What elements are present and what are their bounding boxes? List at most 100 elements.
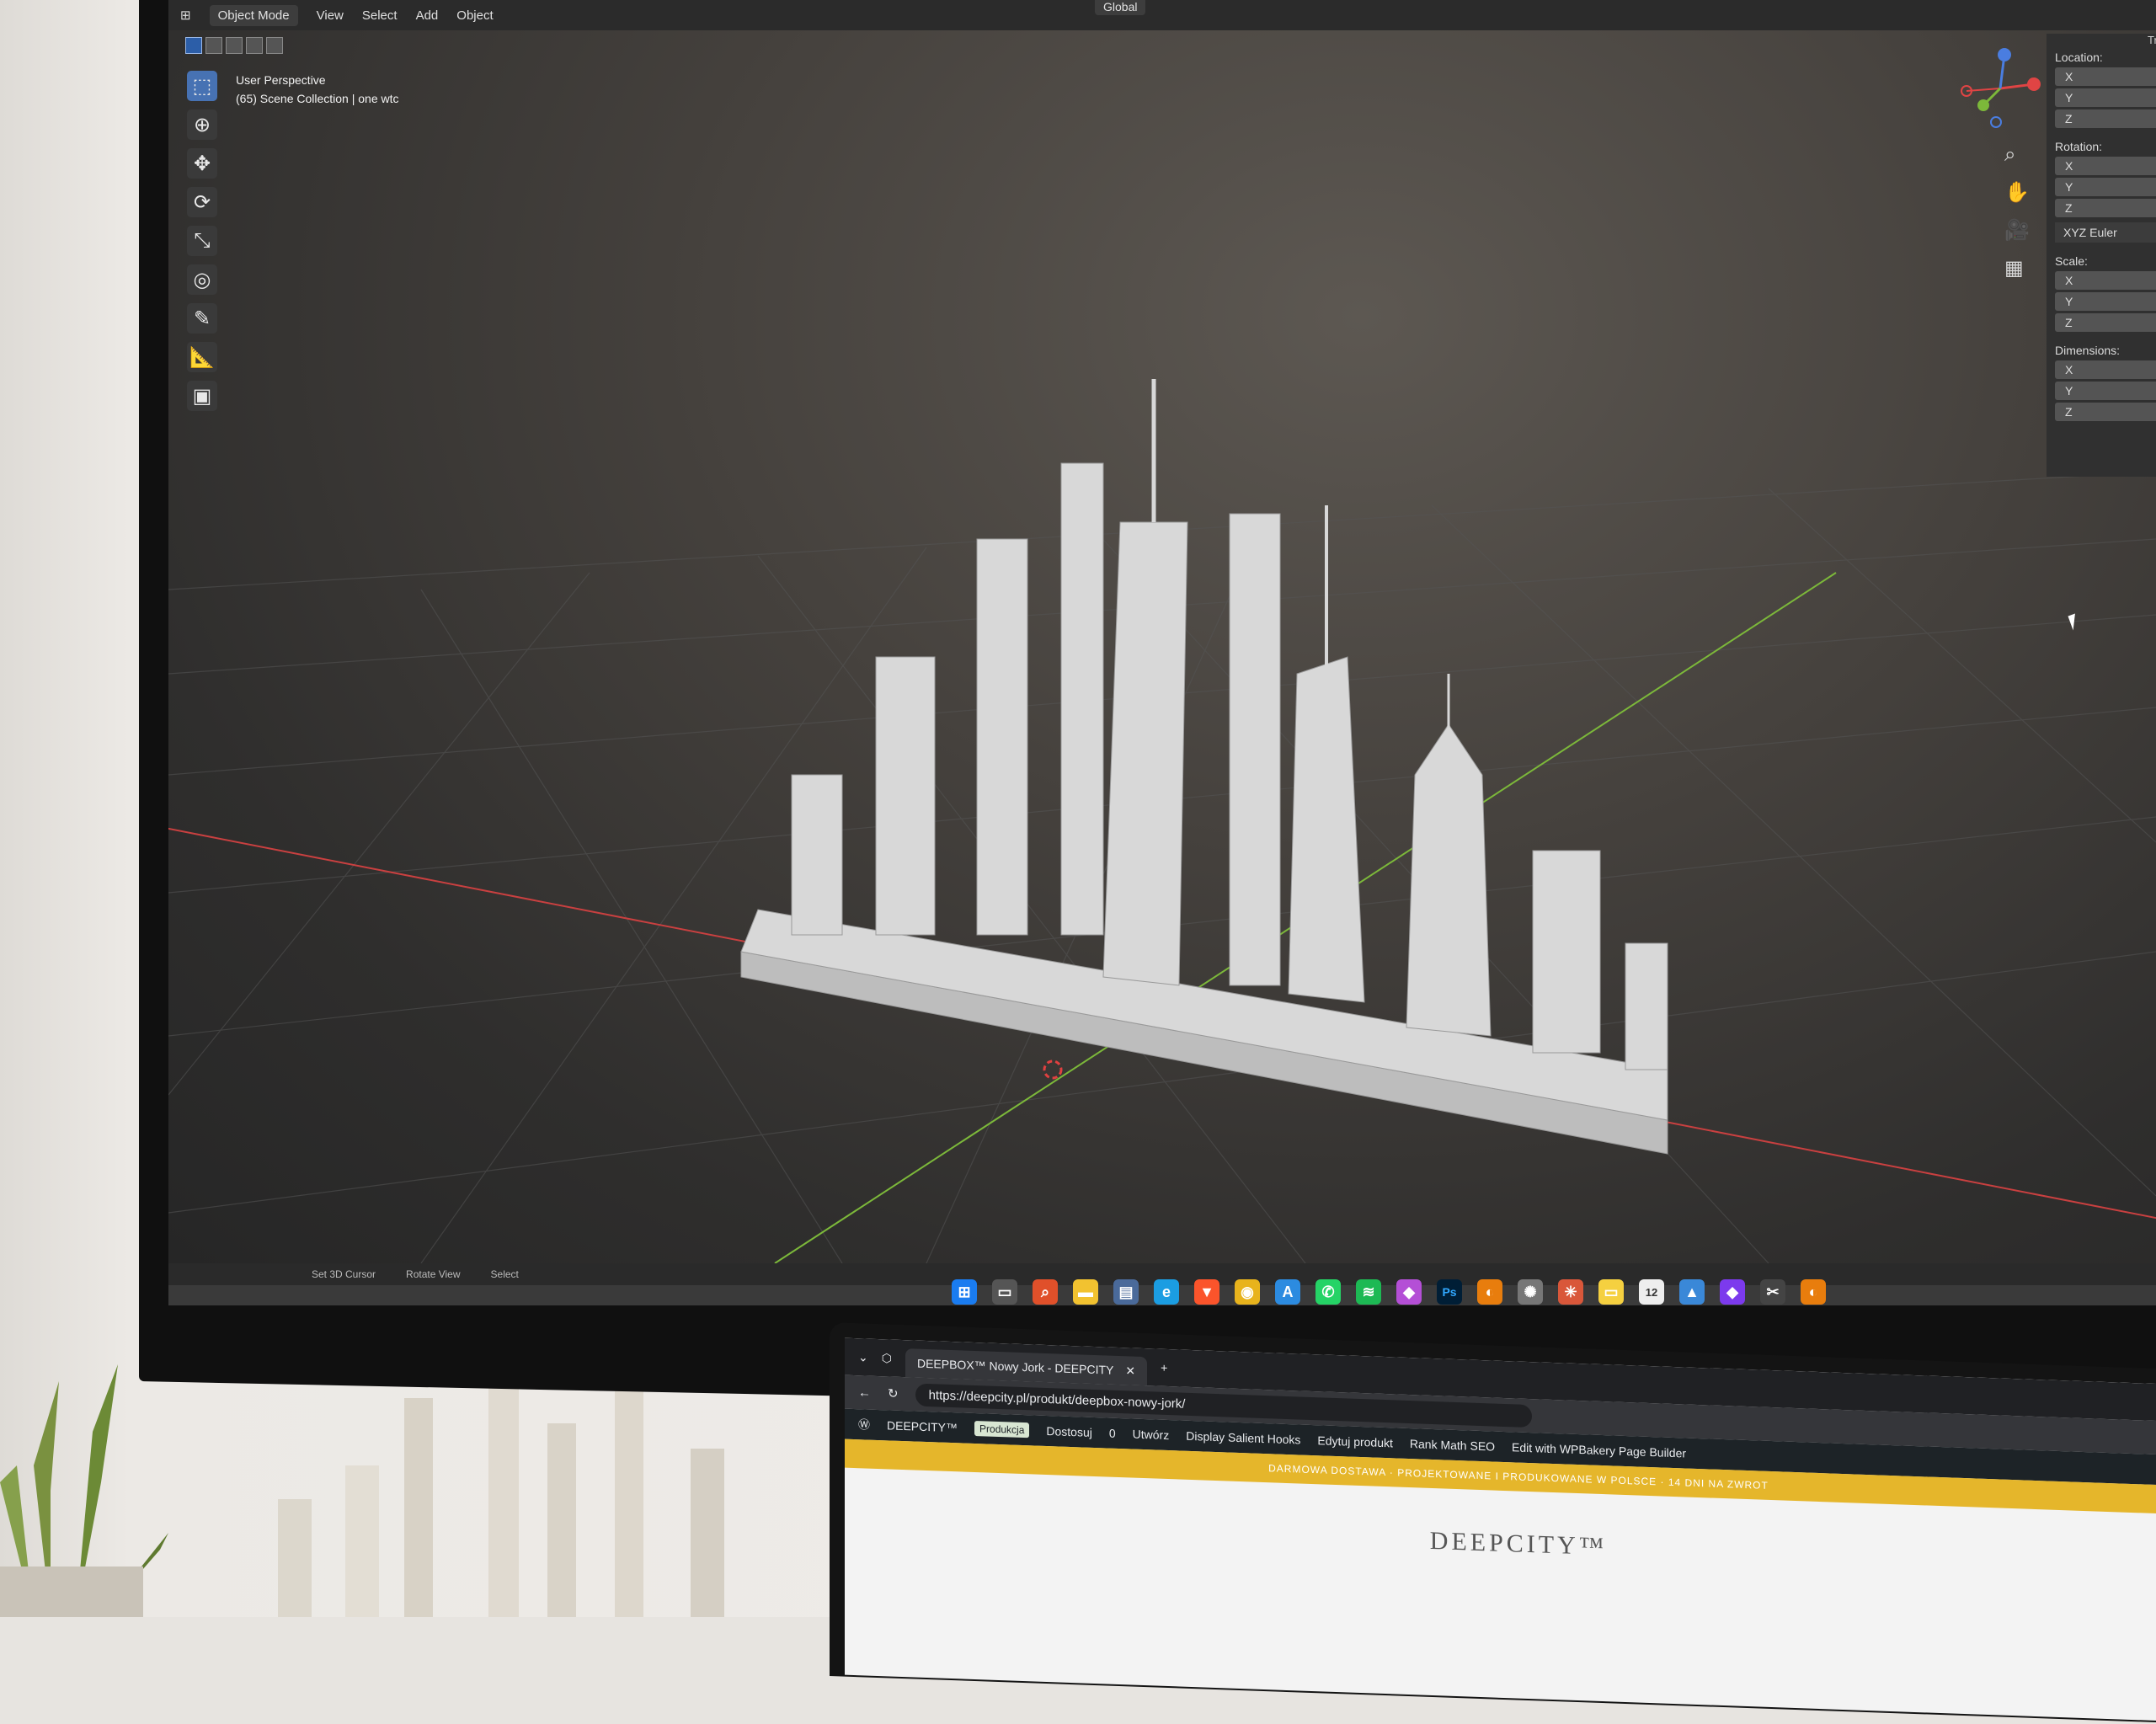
scale-label: Scale: [2055, 254, 2088, 268]
3d-cursor [1043, 1059, 1063, 1080]
wordpress-icon[interactable]: Ⓦ [858, 1416, 870, 1433]
tab-title: DEEPBOX™ Nowy Jork - DEEPCITY [916, 1356, 1114, 1377]
viewport-grid [168, 379, 2156, 1263]
environment-badge: Produkcja [974, 1421, 1030, 1438]
scale-y-field[interactable]: Y [2055, 292, 2156, 311]
notes-icon[interactable]: ▭ [1598, 1279, 1624, 1305]
new-tab-icon[interactable]: + [1161, 1361, 1167, 1374]
grid-icon[interactable]: ▦ [2004, 256, 2030, 280]
rotation-mode-dropdown[interactable]: XYZ Euler [2055, 222, 2156, 243]
camera-icon[interactable]: 🎥 [2004, 218, 2030, 243]
status-hint-select: Select [490, 1268, 519, 1280]
dimensions-z-field[interactable]: Z [2055, 403, 2156, 421]
menu-view[interactable]: View [317, 8, 344, 23]
menu-select[interactable]: Select [362, 8, 398, 23]
select-intersect-icon[interactable] [266, 37, 283, 54]
status-hint-rotate: Rotate View [406, 1268, 461, 1280]
app-icon[interactable]: ◆ [1396, 1279, 1422, 1305]
calendar-icon[interactable]: 12 [1639, 1279, 1664, 1305]
scale-icon[interactable]: ⤡ [187, 226, 217, 256]
reload-icon[interactable]: ↻ [888, 1385, 899, 1401]
rotation-z-field[interactable]: Z [2055, 199, 2156, 217]
wp-site-name[interactable]: DEEPCITY™ [887, 1418, 958, 1434]
whatsapp-icon[interactable]: ✆ [1315, 1279, 1341, 1305]
rotate-icon[interactable]: ⟳ [187, 187, 217, 217]
menu-object[interactable]: Object [456, 8, 493, 23]
status-hint-cursor: Set 3D Cursor [312, 1268, 376, 1280]
dimensions-x-field[interactable]: X [2055, 360, 2156, 379]
location-label: Location: [2055, 51, 2103, 64]
navigation-gizmo[interactable] [1954, 42, 2047, 135]
location-x-field[interactable]: X [2055, 67, 2156, 86]
location-y-field[interactable]: Y [2055, 88, 2156, 107]
selection-mode-buttons[interactable] [185, 37, 283, 54]
orientation-dropdown[interactable]: Global [1095, 0, 1146, 15]
wp-display-hooks[interactable]: Display Salient Hooks [1186, 1429, 1300, 1447]
menu-add[interactable]: Add [416, 8, 439, 23]
spotify-icon[interactable]: ≋ [1356, 1279, 1381, 1305]
edge-icon[interactable]: e [1154, 1279, 1179, 1305]
dimensions-y-field[interactable]: Y [2055, 382, 2156, 400]
rotation-y-field[interactable]: Y [2055, 178, 2156, 196]
snipping-icon[interactable]: ✂ [1760, 1279, 1785, 1305]
annotate-icon[interactable]: ✎ [187, 303, 217, 334]
photos-icon[interactable]: ▲ [1679, 1279, 1705, 1305]
location-z-field[interactable]: Z [2055, 109, 2156, 128]
editor-type-icon[interactable]: ⊞ [180, 8, 191, 23]
app-store-icon[interactable]: A [1275, 1279, 1300, 1305]
wp-rank-math[interactable]: Rank Math SEO [1410, 1437, 1495, 1454]
wp-new[interactable]: Utwórz [1133, 1428, 1170, 1443]
move-icon[interactable]: ✥ [187, 148, 217, 179]
pan-hand-icon[interactable]: ✋ [2004, 180, 2030, 205]
calculator-icon[interactable]: ▤ [1113, 1279, 1139, 1305]
add-cube-icon[interactable]: ▣ [187, 381, 217, 411]
measure-icon[interactable]: 📐 [187, 342, 217, 372]
tool-shelf: ⬚ ⊕ ✥ ⟳ ⤡ ◎ ✎ 📐 ▣ [187, 71, 217, 411]
obsidian-icon[interactable]: ◆ [1720, 1279, 1745, 1305]
photoshop-icon[interactable]: Ps [1437, 1279, 1462, 1305]
view-name: User Perspective [236, 73, 326, 87]
task-view-icon[interactable]: ▭ [992, 1279, 1017, 1305]
blender-active-icon[interactable]: ◐ [1801, 1279, 1826, 1305]
blender-icon[interactable]: ◐ [1477, 1279, 1502, 1305]
viewport-info: User Perspective (65) Scene Collection |… [236, 71, 399, 108]
windows-icon[interactable]: ⊞ [952, 1279, 977, 1305]
brave-icon[interactable]: ▼ [1194, 1279, 1219, 1305]
zoom-icon[interactable]: ⌕ [2004, 143, 2030, 167]
search-icon[interactable]: ⌕ [1033, 1279, 1058, 1305]
wp-edit-product[interactable]: Edytuj produkt [1317, 1433, 1393, 1449]
select-new-icon[interactable] [185, 37, 202, 54]
dimensions-label: Dimensions: [2055, 344, 2121, 357]
wp-page-builder[interactable]: Edit with WPBakery Page Builder [1512, 1440, 1686, 1460]
file-explorer-icon[interactable]: ▬ [1073, 1279, 1098, 1305]
blender-header: ⊞ Object Mode View Select Add Object [168, 0, 2156, 30]
wp-comments[interactable]: 0 [1109, 1427, 1116, 1440]
rotation-x-field[interactable]: X [2055, 157, 2156, 175]
chatgpt-icon[interactable]: ✺ [1518, 1279, 1543, 1305]
site-logo[interactable]: DEEPCITY™ [845, 1507, 2156, 1583]
tab-search-icon[interactable]: ⌄ [858, 1350, 868, 1364]
chrome-icon[interactable]: ◉ [1235, 1279, 1260, 1305]
select-box-icon[interactable]: ⬚ [187, 71, 217, 101]
rotation-label: Rotation: [2055, 140, 2103, 153]
claude-icon[interactable]: ✳ [1558, 1279, 1583, 1305]
transform-icon[interactable]: ◎ [187, 264, 217, 295]
select-extend-icon[interactable] [205, 37, 222, 54]
mode-dropdown[interactable]: Object Mode [209, 4, 298, 26]
viewport-nav-icons: ⌕ ✋ 🎥 ▦ [2004, 143, 2030, 280]
cursor-icon[interactable]: ⊕ [187, 109, 217, 140]
tab-transform[interactable]: Transform [2148, 34, 2156, 46]
blender-3d-viewport[interactable]: ⊞ Object Mode View Select Add Object Glo… [168, 0, 2156, 1263]
select-subtract-icon[interactable] [226, 37, 243, 54]
scale-x-field[interactable]: X [2055, 271, 2156, 290]
sidebar-n-panel: Transform Location: X Y Z Rotation: X Y … [2047, 34, 2156, 477]
extensions-icon[interactable]: ⬡ [882, 1351, 892, 1365]
close-icon[interactable]: ✕ [1125, 1364, 1135, 1378]
select-invert-icon[interactable] [246, 37, 263, 54]
back-icon[interactable]: ← [858, 1385, 871, 1401]
wp-customize[interactable]: Dostosuj [1046, 1424, 1091, 1439]
scale-z-field[interactable]: Z [2055, 313, 2156, 332]
laptop: ⌄ ⬡ DEEPBOX™ Nowy Jork - DEEPCITY ✕ + ← … [830, 1322, 2156, 1724]
collection-name: (65) Scene Collection | one wtc [236, 92, 399, 105]
windows-taskbar: ⊞ ▭ ⌕ ▬ ▤ e ▼ ◉ A ✆ ≋ ◆ Ps ◐ ✺ ✳ ▭ 12 ▲ … [952, 1272, 1826, 1312]
